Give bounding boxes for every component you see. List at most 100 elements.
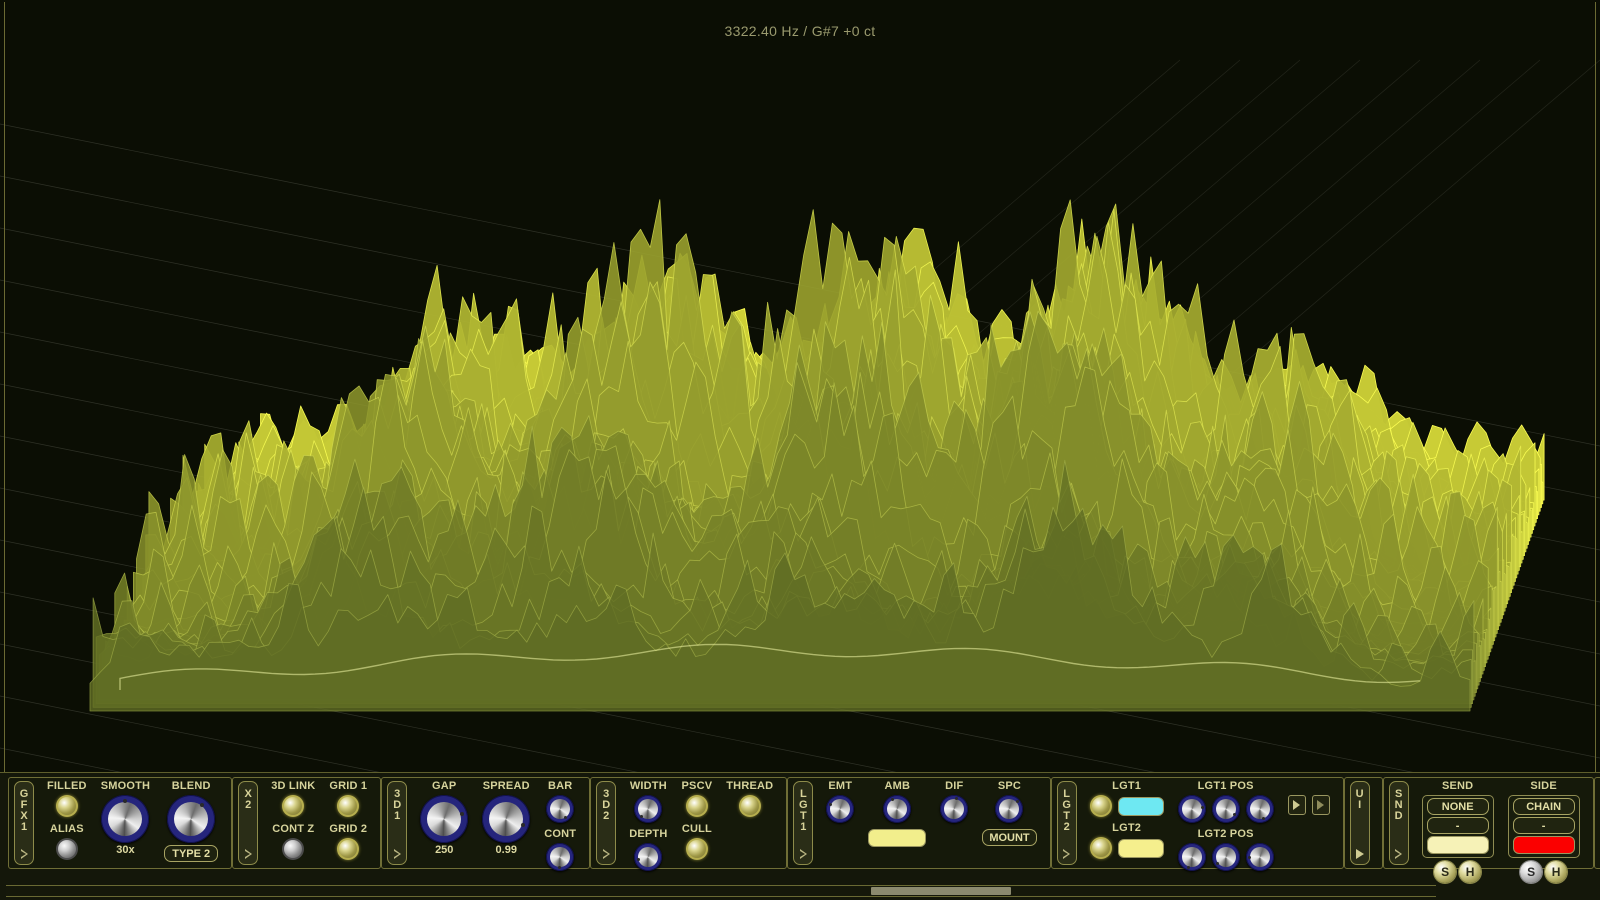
- panel-3d2: 3 D 2 WIDTH DEPTH PSCV CULL THREAD: [590, 777, 788, 871]
- toggle-lgt1[interactable]: [1089, 795, 1112, 817]
- knob-lgt2-pos-2[interactable]: [1211, 843, 1240, 871]
- panel-tab-lgt2[interactable]: LGT2: [1056, 781, 1077, 865]
- knob-value: 30x: [116, 844, 135, 856]
- panel-tab-arrow-icon[interactable]: [1063, 849, 1071, 859]
- knob-spread[interactable]: [482, 795, 531, 843]
- button-h-send[interactable]: H: [1459, 861, 1482, 883]
- panel-tab-arrow-icon[interactable]: [799, 849, 807, 859]
- panel-tab-arrow-icon[interactable]: [602, 849, 610, 859]
- control-label: SEND: [1441, 780, 1474, 792]
- button-s-send[interactable]: S: [1434, 861, 1457, 883]
- knob-emt[interactable]: [826, 795, 855, 823]
- panel-tab-ui[interactable]: UI: [1349, 781, 1370, 865]
- toggle-cont-z[interactable]: [282, 838, 305, 860]
- panel-tab-arrow-icon[interactable]: [20, 849, 28, 859]
- knob-amb[interactable]: [883, 795, 912, 823]
- control-group: GAP 250: [420, 780, 469, 857]
- knob-dif[interactable]: [940, 795, 969, 823]
- toggle-3d-link[interactable]: [282, 795, 305, 817]
- control-group: SPREAD 0.99: [482, 780, 531, 857]
- knob-cont[interactable]: [546, 843, 575, 871]
- control-label: SPC: [997, 780, 1022, 792]
- color-swatch-amb[interactable]: [868, 829, 927, 847]
- button-s-side[interactable]: S: [1520, 861, 1543, 883]
- panel-tab-3d1[interactable]: 3D1: [387, 781, 408, 865]
- panel-tab-snd[interactable]: SND: [1388, 781, 1409, 865]
- control-group: 3D LINK CONT Z: [271, 780, 315, 860]
- arrow-button-2[interactable]: [1311, 795, 1330, 815]
- knob-lgt1-pos-3[interactable]: [1245, 795, 1274, 823]
- panel-tab-arrow-icon[interactable]: [1355, 849, 1364, 859]
- knob-gap[interactable]: [420, 795, 469, 843]
- control-label: THREAD: [726, 780, 774, 792]
- knob-smooth[interactable]: [101, 795, 150, 843]
- control-label: GRID 1: [329, 780, 368, 792]
- position-knob-row: [1177, 795, 1274, 823]
- panel-tab-3d2[interactable]: 3D2: [596, 781, 617, 865]
- panel-tab-x2[interactable]: X2: [238, 781, 259, 865]
- panel-tab-gfx1[interactable]: GFX1: [14, 781, 34, 865]
- panel-tab-lgt1[interactable]: LGT1: [793, 781, 814, 865]
- spectrum-3d-visualizer[interactable]: 3322.40 Hz / G#7 +0 ct: [0, 0, 1600, 772]
- control-group: AMB: [868, 780, 927, 847]
- knob-lgt1-pos-2[interactable]: [1211, 795, 1240, 823]
- button-h-side[interactable]: H: [1545, 861, 1568, 883]
- channel-color-send[interactable]: [1426, 836, 1489, 854]
- control-group: EMT: [826, 780, 855, 823]
- control-label: ALIAS: [49, 823, 84, 835]
- knob-value: 0.99: [495, 844, 517, 856]
- panel-tab-arrow-icon[interactable]: [244, 849, 252, 859]
- panel-tab-label: X2: [244, 788, 252, 811]
- toggle-thread[interactable]: [738, 795, 761, 817]
- knob-spc[interactable]: [995, 795, 1024, 823]
- panel-tab-arrow-icon[interactable]: [393, 849, 401, 859]
- panel-tab-label: LGT2: [1062, 788, 1071, 833]
- knob-blend[interactable]: [167, 795, 216, 843]
- toggle-lgt2[interactable]: [1089, 837, 1112, 859]
- color-swatch-lgt1[interactable]: [1117, 796, 1164, 816]
- button-blend-type[interactable]: TYPE 2: [164, 845, 219, 862]
- channel-color-side[interactable]: [1512, 836, 1575, 854]
- arrow-row: [1287, 795, 1330, 815]
- knob-lgt2-pos-3[interactable]: [1245, 843, 1274, 871]
- color-swatch-lgt2[interactable]: [1117, 838, 1164, 858]
- channel-name-send[interactable]: -: [1426, 817, 1489, 834]
- control-group: BAR CONT: [544, 780, 576, 871]
- light-row: [1089, 837, 1164, 859]
- horizontal-scrollbar[interactable]: [6, 885, 1436, 897]
- sh-button-row: SH: [1434, 861, 1482, 883]
- knob-bar[interactable]: [546, 795, 575, 823]
- control-group: LGT1 POS LGT2 POS: [1177, 780, 1274, 871]
- button-mount[interactable]: MOUNT: [982, 829, 1037, 846]
- arrow-button-1[interactable]: [1287, 795, 1306, 815]
- toggle-alias[interactable]: [55, 838, 78, 860]
- light-row: [1089, 795, 1164, 817]
- panel-tab-label: LGT1: [799, 788, 808, 833]
- channel-name-side[interactable]: -: [1512, 817, 1575, 834]
- control-label: BLEND: [171, 780, 211, 792]
- toggle-cull[interactable]: [685, 838, 708, 860]
- control-label: LGT1 POS: [1197, 780, 1254, 792]
- control-group: PSCV CULL: [682, 780, 713, 860]
- toggle-filled[interactable]: [55, 795, 78, 817]
- panel-gfx1: G F X 1 FILLED ALIAS SMOOTH 30x BLEND TYPE 2: [8, 777, 233, 869]
- knob-lgt2-pos-1[interactable]: [1177, 843, 1206, 871]
- control-label: BAR: [548, 780, 573, 792]
- control-label: WIDTH: [629, 780, 667, 792]
- channel-select-send[interactable]: NONE: [1426, 798, 1489, 815]
- knob-depth[interactable]: [634, 843, 663, 871]
- panel-tab-arrow-icon[interactable]: [1395, 849, 1403, 859]
- control-group: LGT1 LGT2: [1089, 780, 1164, 859]
- control-label: AMB: [884, 780, 911, 792]
- control-label: SMOOTH: [100, 780, 151, 792]
- knob-width[interactable]: [634, 795, 663, 823]
- toggle-grid-1[interactable]: [337, 795, 360, 817]
- panel-snd: S N D SEND NONE - S H SIDE CHAIN - S H: [1382, 777, 1594, 883]
- panel-tab-label: 3D1: [393, 788, 402, 822]
- control-label: CONT: [544, 828, 577, 840]
- toggle-pscv[interactable]: [685, 795, 708, 817]
- toggle-grid-2[interactable]: [337, 838, 360, 860]
- channel-select-side[interactable]: CHAIN: [1512, 798, 1575, 815]
- scrollbar-thumb[interactable]: [871, 887, 1012, 895]
- knob-lgt1-pos-1[interactable]: [1177, 795, 1206, 823]
